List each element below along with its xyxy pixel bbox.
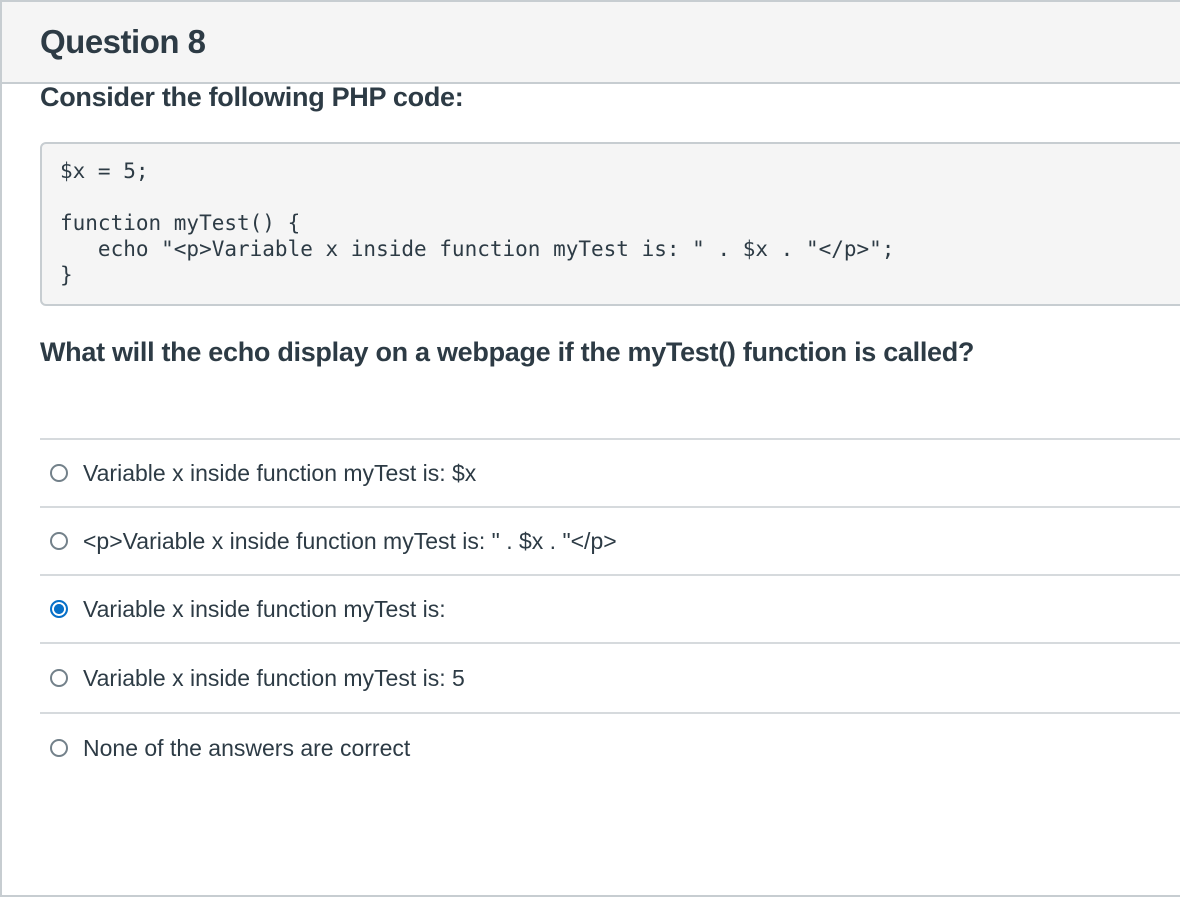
code-line: $x = 5; [60, 159, 149, 183]
radio-button[interactable] [50, 669, 68, 687]
answer-option-3[interactable]: Variable x inside function myTest is: [40, 574, 1180, 642]
code-line: } [60, 263, 73, 287]
question-header: Question 8 [2, 2, 1180, 84]
question-text: What will the echo display on a webpage … [40, 337, 975, 367]
code-block: $x = 5; function myTest() { echo "<p>Vari… [40, 142, 1180, 306]
answer-label: Variable x inside function myTest is: $x [83, 459, 477, 486]
answer-option-2[interactable]: <p>Variable x inside function myTest is:… [40, 506, 1180, 574]
answer-label: None of the answers are correct [83, 734, 411, 761]
answer-label: Variable x inside function myTest is: 5 [83, 664, 465, 691]
answer-label: Variable x inside function myTest is: [83, 595, 446, 622]
answer-option-1[interactable]: Variable x inside function myTest is: $x [40, 438, 1180, 506]
question-card: Question 8 Consider the following PHP co… [0, 0, 1180, 897]
answer-list: Variable x inside function myTest is: $x… [40, 438, 1180, 782]
answer-option-4[interactable]: Variable x inside function myTest is: 5 [40, 642, 1180, 712]
code-line: function myTest() { [60, 211, 301, 235]
php-code: $x = 5; function myTest() { echo "<p>Vari… [60, 158, 1180, 288]
radio-button[interactable] [50, 532, 68, 550]
question-title: Question 8 [40, 23, 206, 60]
radio-button[interactable] [50, 739, 68, 757]
code-line: echo "<p>Variable x inside function myTe… [60, 237, 895, 261]
radio-button-selected[interactable] [50, 600, 68, 618]
radio-button[interactable] [50, 464, 68, 482]
answer-option-5[interactable]: None of the answers are correct [40, 712, 1180, 782]
answer-label: <p>Variable x inside function myTest is:… [83, 527, 617, 554]
question-prompt: Consider the following PHP code: [40, 82, 464, 112]
